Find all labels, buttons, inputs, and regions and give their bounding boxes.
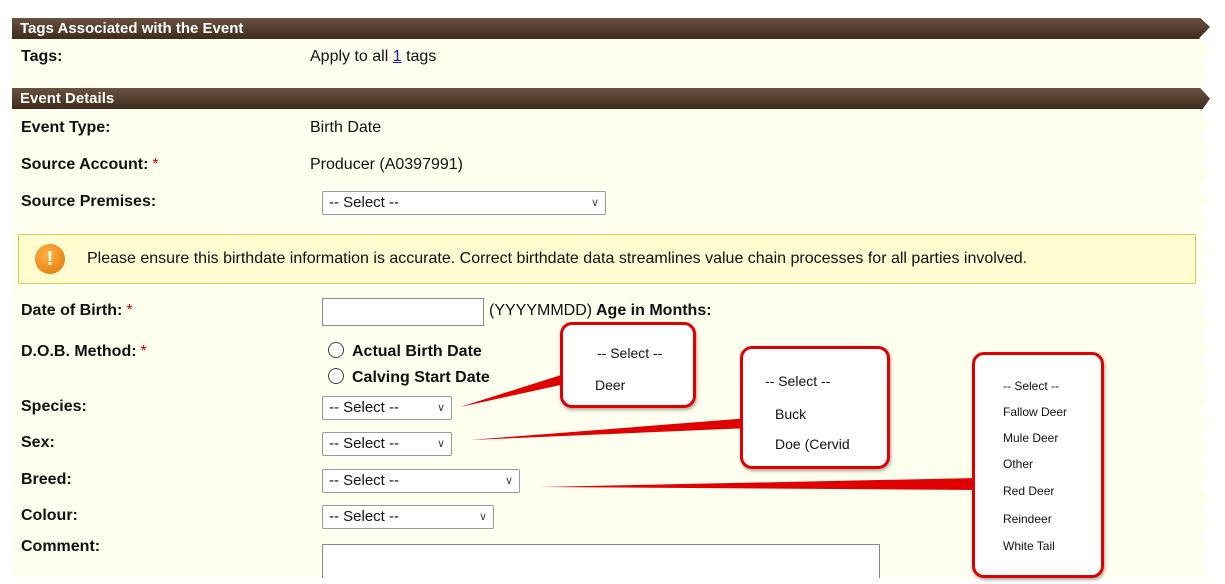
species-options-callout: -- Select -- Deer xyxy=(560,322,696,408)
event-details-header: Event Details xyxy=(12,88,1210,109)
tags-apply-text: Apply to all 1 tags xyxy=(310,48,436,66)
tags-count-link[interactable]: 1 xyxy=(393,48,402,65)
dob-method-label: D.O.B. Method: * xyxy=(21,343,147,361)
birthdate-notice: ! Please ensure this birthdate informati… xyxy=(18,234,1196,284)
exclamation-icon: ! xyxy=(35,244,65,274)
date-of-birth-label: Date of Birth: * xyxy=(21,302,133,320)
tags-prefix: Apply to all xyxy=(310,48,393,65)
breed-selected: -- Select -- xyxy=(329,472,400,489)
breed-option-select: -- Select -- xyxy=(1003,379,1060,393)
date-format-hint: (YYYYMMDD) xyxy=(489,302,593,319)
age-in-months-label: Age in Months: xyxy=(596,302,712,319)
source-premises-selected: -- Select -- xyxy=(329,194,400,211)
species-option-select: -- Select -- xyxy=(597,345,663,361)
species-label: Species: xyxy=(21,398,87,415)
required-marker: * xyxy=(140,343,147,360)
event-type-value: Birth Date xyxy=(310,119,382,136)
species-option-deer: Deer xyxy=(595,377,626,393)
breed-select[interactable]: -- Select -- ∨ xyxy=(322,469,520,493)
species-select[interactable]: -- Select -- ∨ xyxy=(322,396,452,420)
source-account-value: Producer (A0397991) xyxy=(310,156,463,173)
radio-actual-label: Actual Birth Date xyxy=(352,343,482,360)
radio-calving-start-date[interactable]: Calving Start Date xyxy=(328,368,490,387)
breed-option-mule-deer: Mule Deer xyxy=(1003,431,1059,445)
source-premises-select[interactable]: -- Select -- ∨ xyxy=(322,191,606,215)
species-selected: -- Select -- xyxy=(329,399,400,416)
sex-selected: -- Select -- xyxy=(329,435,400,452)
chevron-down-icon: ∨ xyxy=(436,438,445,450)
comment-textarea[interactable] xyxy=(322,544,880,578)
colour-selected: -- Select -- xyxy=(329,508,400,525)
breed-option-white-tail: White Tail xyxy=(1003,539,1055,553)
sex-option-buck: Buck xyxy=(775,406,807,422)
date-of-birth-input[interactable] xyxy=(322,298,484,326)
radio-circle-icon[interactable] xyxy=(328,368,344,384)
source-premises-label: Source Premises: xyxy=(21,193,157,210)
event-type-label: Event Type: xyxy=(21,119,111,136)
chevron-down-icon: ∨ xyxy=(504,475,513,487)
radio-calving-label: Calving Start Date xyxy=(352,369,490,386)
sex-option-select: -- Select -- xyxy=(765,373,831,389)
breed-option-other: Other xyxy=(1003,457,1034,471)
date-of-birth-label-text: Date of Birth: xyxy=(21,302,123,319)
sex-options-callout: -- Select -- Buck Doe (Cervid xyxy=(740,346,890,469)
source-account-label: Source Account: * xyxy=(21,156,159,174)
chevron-down-icon: ∨ xyxy=(478,511,487,523)
source-account-label-text: Source Account: xyxy=(21,156,149,173)
breed-options-callout: -- Select -- Fallow Deer Mule Deer Other… xyxy=(972,352,1104,578)
comment-label: Comment: xyxy=(21,538,101,555)
radio-circle-icon[interactable] xyxy=(328,342,344,358)
sex-option-doe: Doe (Cervid xyxy=(775,436,850,452)
breed-option-reindeer: Reindeer xyxy=(1003,512,1052,526)
chevron-down-icon: ∨ xyxy=(436,402,445,414)
radio-actual-birth-date[interactable]: Actual Birth Date xyxy=(328,342,482,361)
breed-option-fallow-deer: Fallow Deer xyxy=(1003,405,1068,419)
colour-label: Colour: xyxy=(21,507,78,524)
notice-text: Please ensure this birthdate information… xyxy=(87,250,1028,267)
chevron-down-icon: ∨ xyxy=(590,197,599,209)
breed-label: Breed: xyxy=(21,471,72,488)
tags-section-header: Tags Associated with the Event xyxy=(12,18,1210,39)
dob-method-label-text: D.O.B. Method: xyxy=(21,343,137,360)
sex-label: Sex: xyxy=(21,434,55,451)
tags-label: Tags: xyxy=(21,48,63,65)
required-marker: * xyxy=(126,302,133,319)
breed-option-red-deer: Red Deer xyxy=(1003,484,1055,498)
sex-select[interactable]: -- Select -- ∨ xyxy=(322,432,452,456)
tags-suffix: tags xyxy=(401,48,437,65)
colour-select[interactable]: -- Select -- ∨ xyxy=(322,505,494,529)
required-marker: * xyxy=(152,156,159,173)
